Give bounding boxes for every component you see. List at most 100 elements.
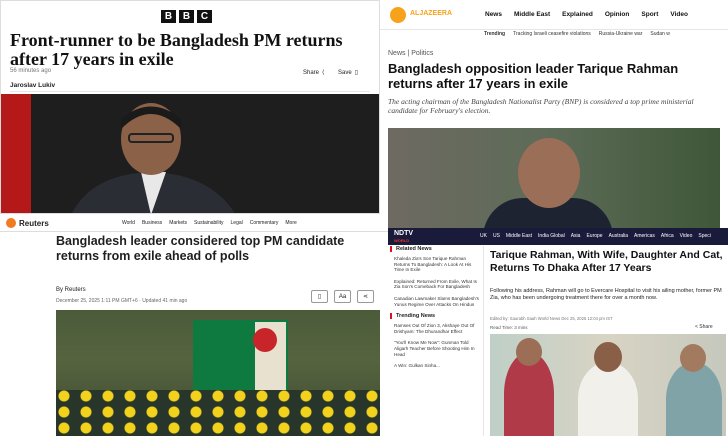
ndtv-nav: UK US Middle East India Global Asia Euro… — [480, 233, 711, 239]
text-size-label: Aa — [338, 293, 347, 300]
nav-item-sustainability[interactable]: Sustainability — [194, 220, 223, 226]
nav-item-legal[interactable]: Legal — [231, 220, 243, 226]
reuters-nav: World Business Markets Sustainability Le… — [122, 220, 297, 226]
bbc-logo-letter: B — [179, 10, 194, 23]
trending-news-heading: Trending News — [390, 313, 483, 320]
nav-item-news[interactable]: News — [485, 11, 502, 18]
reuters-byline[interactable]: By Reuters — [56, 287, 86, 293]
trending-news-item[interactable]: Ramses Out Of Zion 3, Akshaye Out Of Dri… — [394, 323, 481, 334]
ndtv-logo-bottom: WORLD — [394, 238, 410, 243]
trending-news-item[interactable]: "You'll Know Me Now": Gunman Told Aligar… — [394, 340, 481, 357]
trending-item[interactable]: Tracking Israeli ceasefire violations — [513, 31, 591, 37]
bookmark-icon: ▯ — [317, 294, 322, 300]
trending-item[interactable]: Sudan w — [650, 31, 669, 37]
bbc-logo-letter: C — [197, 10, 212, 23]
photo-crowd — [56, 390, 380, 436]
nav-item-asia[interactable]: Asia — [571, 233, 581, 239]
nav-item-australia[interactable]: Australia — [609, 233, 628, 239]
nav-item-europe[interactable]: Europe — [586, 233, 602, 239]
nav-item-business[interactable]: Business — [142, 220, 162, 226]
category-separator: | — [407, 50, 410, 57]
ndtv-summary: Following his address, Rahman will go to… — [490, 288, 722, 301]
nav-item-africa[interactable]: Africa — [661, 233, 674, 239]
photo-figure-center — [578, 362, 638, 436]
share-icon: ⋖ — [362, 294, 369, 300]
bbc-author[interactable]: Jaroslav Lukiv — [10, 82, 55, 89]
share-button[interactable]: ⋖ — [357, 290, 374, 303]
text-size-button[interactable]: Aa — [334, 290, 351, 303]
nav-item-video[interactable]: Video — [680, 233, 693, 239]
nav-item-explained[interactable]: Explained — [562, 11, 593, 18]
ndtv-logo[interactable]: NDTV WORLD — [394, 230, 413, 244]
bbc-share-label: Share — [303, 69, 320, 76]
reuters-headline: Bangladesh leader considered top PM cand… — [56, 234, 345, 263]
nav-item-india-global[interactable]: India Global — [538, 233, 565, 239]
nav-item-middle-east[interactable]: Middle East — [514, 11, 550, 18]
photo-figure-left-head — [516, 338, 542, 366]
aljazeera-trending-bar: Trending Tracking Israeli ceasefire viol… — [484, 31, 670, 37]
bbc-save-button[interactable]: Save ▯ — [338, 69, 358, 77]
aljazeera-article-panel: ALJAZEERA News Middle East Explained Opi… — [380, 0, 728, 228]
related-news-item[interactable]: Explained: Returned From Exile, What Is … — [394, 279, 481, 290]
reuters-top-bar: Reuters World Business Markets Sustainab… — [0, 214, 388, 232]
bookmark-button[interactable]: ▯ — [311, 290, 328, 303]
reuters-article-panel: Reuters World Business Markets Sustainab… — [0, 214, 388, 436]
trending-label: Trending — [484, 31, 506, 37]
photo-banner — [193, 320, 288, 392]
nav-item-us[interactable]: US — [493, 233, 500, 239]
aljazeera-headline: Bangladesh opposition leader Tarique Rah… — [388, 61, 679, 91]
bbc-photo-art — [1, 94, 379, 213]
ndtv-lead-photo — [490, 334, 726, 436]
reuters-date: December 25, 2025 1:11 PM GMT+6 · Update… — [56, 298, 188, 304]
ndtv-share-button[interactable]: < Share — [695, 324, 713, 330]
bbc-lead-photo — [1, 94, 379, 213]
bbc-logo[interactable]: B B C — [161, 10, 212, 23]
photo-figure-right — [666, 362, 722, 436]
related-news-item[interactable]: Khaleda Zia's Son Tarique Rahman Returns… — [394, 256, 481, 273]
nav-item-world[interactable]: World — [122, 220, 135, 226]
bookmark-icon: ▯ — [354, 70, 358, 76]
aljazeera-logo-icon[interactable] — [390, 7, 406, 23]
category-politics-link[interactable]: Politics — [411, 50, 433, 57]
related-news-heading: Related News — [390, 246, 483, 252]
ndtv-sidebar: Related News Khaleda Zia's Son Tarique R… — [390, 246, 484, 436]
related-news-item[interactable]: Canadian Lawmaker Slams Bangladesh's Yun… — [394, 296, 481, 307]
aljazeera-nav: News Middle East Explained Opinion Sport… — [485, 11, 688, 18]
nav-item-americas[interactable]: Americas — [634, 233, 655, 239]
bbc-article-panel: B B C Front-runner to be Bangladesh PM r… — [0, 0, 380, 214]
nav-item-sport[interactable]: Sport — [641, 11, 658, 18]
reuters-logo[interactable]: Reuters — [6, 218, 49, 228]
photo-figure-center-head — [594, 342, 622, 372]
bbc-headline: Front-runner to be Bangladesh PM returns… — [10, 30, 343, 69]
photo-figure-right-head — [680, 344, 706, 372]
nav-item-middle-east[interactable]: Middle East — [506, 233, 532, 239]
nav-item-video[interactable]: Video — [670, 11, 688, 18]
bbc-timestamp: 56 minutes ago — [10, 68, 52, 74]
photo-banner-green — [195, 322, 255, 390]
bbc-save-label: Save — [338, 69, 352, 76]
ndtv-top-bar: NDTV WORLD UK US Middle East India Globa… — [388, 228, 728, 245]
reuters-article-tools: ▯ Aa ⋖ — [311, 290, 374, 303]
aljazeera-lead-photo — [388, 128, 720, 228]
trending-news-item[interactable]: A Win: Gulkan Sinha... — [394, 363, 481, 369]
ndtv-meta: Edited by: Saurabh Saah World News Dec 2… — [490, 316, 613, 321]
photo-figure-head — [518, 138, 580, 208]
nav-item-markets[interactable]: Markets — [169, 220, 187, 226]
nav-item-more[interactable]: More — [285, 220, 296, 226]
nav-item-commentary[interactable]: Commentary — [250, 220, 279, 226]
ndtv-read-time: Read Time: 3 mins — [490, 325, 528, 330]
ndtv-logo-top: NDTV — [394, 230, 414, 237]
nav-item-opinion[interactable]: Opinion — [605, 11, 630, 18]
aljazeera-logo-text[interactable]: ALJAZEERA — [410, 10, 452, 17]
reuters-lead-photo — [56, 310, 380, 436]
divider — [10, 91, 370, 92]
bbc-share-button[interactable]: Share ⟨ — [303, 69, 324, 77]
trending-item[interactable]: Russia-Ukraine war — [599, 31, 643, 37]
aljazeera-subheadline: The acting chairman of the Bangladesh Na… — [388, 97, 694, 115]
nav-item-special[interactable]: Speci — [698, 233, 711, 239]
photo-banner-red — [253, 328, 277, 352]
reuters-logo-icon — [6, 218, 16, 228]
ndtv-article-panel: NDTV WORLD UK US Middle East India Globa… — [388, 228, 728, 436]
category-news-link[interactable]: News — [388, 50, 406, 57]
nav-item-uk[interactable]: UK — [480, 233, 487, 239]
